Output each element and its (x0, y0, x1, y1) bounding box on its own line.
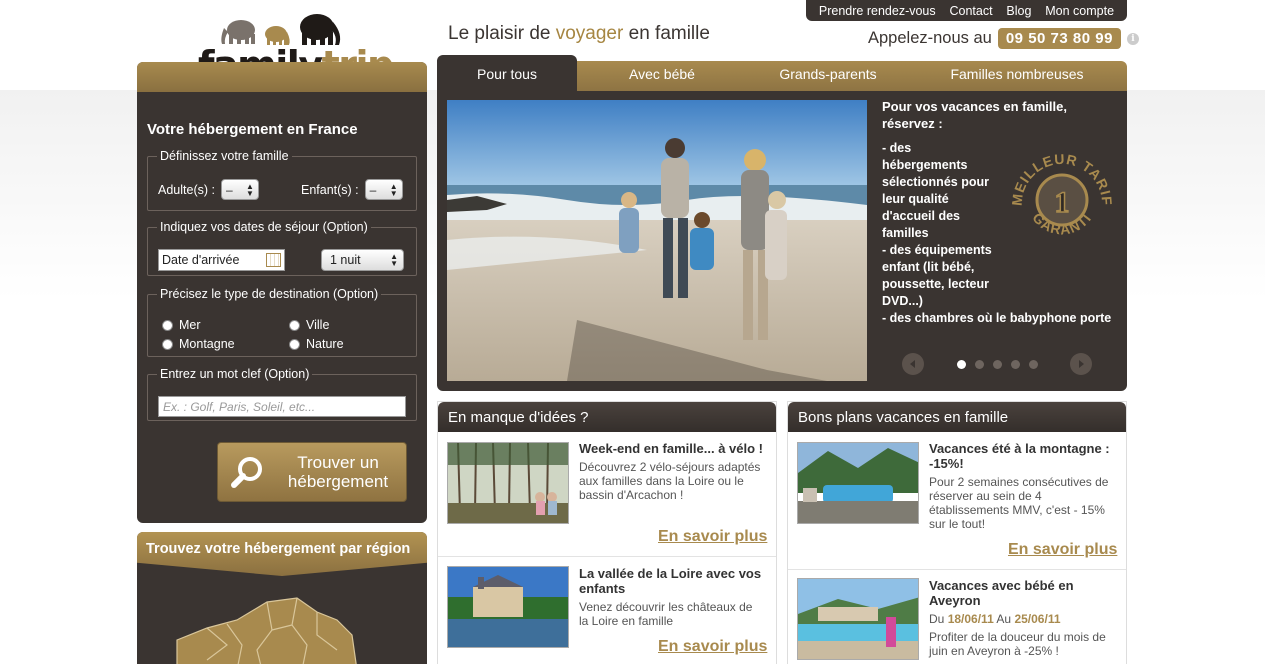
radio-mer[interactable]: Mer (162, 318, 201, 332)
keyword-fieldset: Entrez un mot clef (Option) Ex. : Golf, … (147, 367, 417, 421)
adults-select[interactable]: – ▲ ▼ (220, 179, 259, 200)
keyword-legend: Entrez un mot clef (Option) (160, 367, 310, 381)
slider-nav (902, 353, 1092, 375)
region-title: Trouvez votre hébergement par région (146, 541, 411, 557)
deals-item-1-desc: Pour 2 semaines consécutives de réserver… (929, 475, 1109, 531)
ideas-item-1: Week-end en famille... à vélo ! Découvre… (579, 441, 764, 502)
dates-legend: Indiquez vos dates de séjour (Option) (160, 220, 368, 234)
button-line2: hébergement (287, 472, 389, 491)
slider-dot[interactable] (992, 359, 1002, 369)
keyword-input[interactable]: Ex. : Golf, Paris, Soleil, etc... (158, 396, 406, 417)
type-fieldset: Précisez le type de destination (Option)… (147, 287, 417, 357)
calendar-icon[interactable] (266, 253, 281, 267)
slide-bullet-3: - des chambres où le babyphone porte (882, 311, 1112, 325)
nav-appointment[interactable]: Prendre rendez-vous (819, 4, 936, 18)
select-arrows-icon: ▲ ▼ (390, 252, 398, 268)
slider-dots (956, 359, 1038, 369)
deals-item-2-title[interactable]: Vacances avec bébé en Aveyron (929, 578, 1114, 608)
nav-blog[interactable]: Blog (1006, 4, 1031, 18)
children-select[interactable]: – ▲ ▼ (364, 179, 403, 200)
tagline: Le plaisir de voyager en famille (448, 23, 710, 44)
ideas-item-2-more-link[interactable]: En savoir plus (658, 638, 767, 656)
phone-number[interactable]: 09 50 73 80 99 (997, 28, 1121, 49)
tab-familles-nombreuses[interactable]: Familles nombreuses (926, 55, 1108, 92)
family-fieldset: Définissez votre famille Adulte(s) : – ▲… (147, 149, 417, 211)
slider-dot[interactable] (1028, 359, 1038, 369)
type-legend: Précisez le type de destination (Option) (160, 287, 379, 301)
slider-dot[interactable] (956, 359, 966, 369)
slide-image[interactable] (447, 100, 867, 381)
deals-item-1-more-link[interactable]: En savoir plus (1008, 541, 1117, 559)
slide-bullet-1: - des hébergements sélectionnés pour leu… (882, 141, 989, 240)
find-accommodation-button[interactable]: Trouver un hébergement (217, 442, 407, 502)
ideas-title: En manque d'idées ? (438, 402, 776, 432)
button-line1: Trouver un (297, 453, 379, 472)
deals-item-1: Vacances été à la montagne : -15%! Pour … (929, 441, 1114, 531)
ideas-thumb-2[interactable] (447, 566, 569, 648)
ideas-item-1-desc: Découvrez 2 vélo-séjours adaptés aux fam… (579, 460, 761, 502)
deals-thumb-1[interactable] (797, 442, 919, 524)
deals-item-2-desc: Profiter de la douceur du mois de juin e… (929, 630, 1106, 658)
tab-grands-parents[interactable]: Grands-parents (752, 55, 904, 92)
radio-ville[interactable]: Ville (289, 318, 329, 332)
radio-button[interactable] (289, 338, 300, 350)
tab-pour-tous[interactable]: Pour tous (437, 55, 577, 92)
radio-montagne[interactable]: Montagne (162, 337, 235, 351)
nav-contact[interactable]: Contact (949, 4, 992, 18)
slide-bullet-2: - des équipements enfant (lit bébé, pous… (882, 243, 992, 308)
arrival-date-input[interactable]: Date d'arrivée (158, 249, 285, 271)
top-nav: Prendre rendez-vous Contact Blog Mon com… (806, 0, 1127, 21)
info-icon[interactable]: i (1126, 32, 1139, 45)
prev-arrow-icon[interactable] (902, 353, 924, 375)
nav-account[interactable]: Mon compte (1045, 4, 1114, 18)
best-price-badge: 1 MEILLEUR TARIF GARANTI (1008, 146, 1116, 254)
ideas-item-2-title[interactable]: La vallée de la Loire avec vos enfants (579, 566, 764, 596)
family-legend: Définissez votre famille (160, 149, 289, 163)
nights-select[interactable]: 1 nuit ▲ ▼ (321, 249, 404, 271)
ideas-item-1-more-link[interactable]: En savoir plus (658, 528, 767, 546)
deals-item-2: Vacances avec bébé en Aveyron Du 18/06/1… (929, 578, 1114, 658)
deals-item-1-title[interactable]: Vacances été à la montagne : -15%! (929, 441, 1114, 471)
select-arrows-icon: ▲ ▼ (246, 181, 254, 198)
dates-fieldset: Indiquez vos dates de séjour (Option) Da… (147, 220, 417, 276)
radio-button[interactable] (289, 319, 300, 331)
phone-block: Appelez-nous au 09 50 73 80 99 i (868, 28, 1139, 49)
deals-thumb-2[interactable] (797, 578, 919, 660)
badge-number: 1 (1055, 186, 1070, 219)
divider (438, 556, 776, 557)
deals-title: Bons plans vacances en famille (788, 402, 1126, 432)
search-panel-header (137, 62, 427, 92)
ideas-item-1-title[interactable]: Week-end en famille... à vélo ! (579, 441, 764, 456)
search-panel-title: Votre hébergement en France (147, 121, 358, 138)
radio-button[interactable] (162, 338, 173, 350)
phone-label: Appelez-nous au (868, 29, 992, 47)
select-arrows-icon: ▲ ▼ (389, 181, 398, 198)
ideas-item-2-desc: Venez découvrir les châteaux de la Loire… (579, 600, 753, 628)
children-label: Enfant(s) : (301, 182, 359, 197)
radio-nature[interactable]: Nature (289, 337, 344, 351)
ideas-item-2: La vallée de la Loire avec vos enfants V… (579, 566, 764, 628)
france-map[interactable] (167, 590, 367, 664)
tab-avec-bebe[interactable]: Avec bébé (590, 55, 734, 92)
divider (788, 569, 1126, 570)
magnifier-icon (218, 454, 278, 490)
slider-dot[interactable] (974, 359, 984, 369)
slider-dot[interactable] (1010, 359, 1020, 369)
adults-label: Adulte(s) : (158, 182, 215, 197)
next-arrow-icon[interactable] (1070, 353, 1092, 375)
ideas-thumb-1[interactable] (447, 442, 569, 524)
slide-heading: Pour vos vacances en famille, réservez : (882, 99, 1067, 131)
deals-item-2-dates: Du 18/06/11 Au 25/06/11 (929, 612, 1061, 626)
radio-button[interactable] (162, 319, 173, 331)
